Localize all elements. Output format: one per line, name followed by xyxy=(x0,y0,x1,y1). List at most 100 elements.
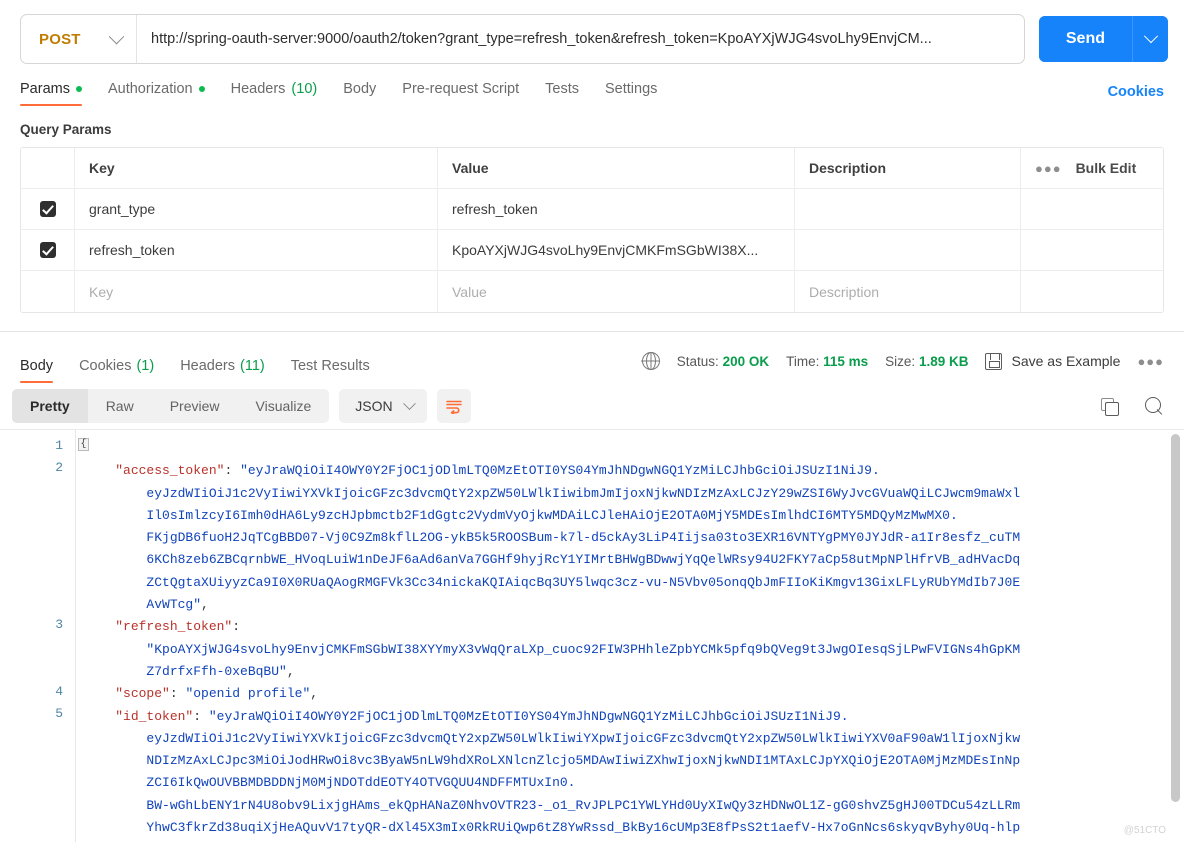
code-line: YhwC3fkrZd38uqiXjHeAQuvV17tyQR-dXl45X3mI… xyxy=(84,820,1021,836)
save-icon xyxy=(985,352,1003,370)
row-key[interactable]: grant_type xyxy=(75,189,438,229)
response-tab-test-results[interactable]: Test Results xyxy=(278,339,383,383)
row-value[interactable]: refresh_token xyxy=(438,189,795,229)
response-tab-body[interactable]: Body xyxy=(20,339,66,383)
row-value-text: KpoAYXjWJG4svoLhy9EnvjCMKFmSGbWI38X... xyxy=(452,242,759,258)
time-value: 115 ms xyxy=(823,353,869,369)
row-checkbox[interactable] xyxy=(39,242,56,258)
bulk-edit-button[interactable]: Bulk Edit xyxy=(1076,160,1137,176)
response-tab-cookies[interactable]: Cookies (1) xyxy=(66,339,167,383)
row-checkbox[interactable] xyxy=(39,201,56,217)
tab-pre-request-script[interactable]: Pre-request Script xyxy=(389,81,532,106)
request-url-bar: POST http://spring-oauth-server:9000/oau… xyxy=(0,0,1184,64)
response-format-select[interactable]: JSON xyxy=(339,389,427,423)
response-body-viewer[interactable]: 1 2 3 4 5 { "access_token": "eyJraWQiOiI… xyxy=(0,429,1184,842)
tab-params[interactable]: Params xyxy=(20,81,95,106)
save-as-example-label: Save as Example xyxy=(1011,353,1121,369)
cookies-link[interactable]: Cookies xyxy=(1108,84,1164,100)
row-actions xyxy=(1021,189,1163,229)
status-label: Status: xyxy=(676,353,719,369)
view-mode-preview[interactable]: Preview xyxy=(152,389,238,423)
modified-dot-icon xyxy=(198,86,205,92)
header-value: Value xyxy=(438,148,795,188)
search-icon[interactable] xyxy=(1144,396,1164,416)
response-tab-headers-count: (11) xyxy=(240,358,265,374)
postman-window: POST http://spring-oauth-server:9000/oau… xyxy=(0,0,1184,853)
code-line: Il0sImlzcyI6Imh0dHA6Ly9zcHJpbmctb2F1dGgt… xyxy=(84,507,958,523)
network-globe-icon xyxy=(641,351,660,371)
view-mode-pretty[interactable]: Pretty xyxy=(12,389,88,423)
tab-body[interactable]: Body xyxy=(330,81,389,106)
row-value[interactable]: KpoAYXjWJG4svoLhy9EnvjCMKFmSGbWI38X... xyxy=(438,230,795,270)
line-number: 1 xyxy=(55,438,63,453)
response-meta: Status: 200 OK Time: 115 ms Size: 1.89 K… xyxy=(641,351,1164,371)
pane-resize-handle[interactable] xyxy=(0,332,1184,339)
tab-headers[interactable]: Headers (10) xyxy=(218,81,331,106)
response-header-bar: Body Cookies (1) Headers (11) Test Resul… xyxy=(0,339,1184,383)
response-format-label: JSON xyxy=(355,398,393,414)
chevron-down-icon xyxy=(402,396,416,410)
tab-authorization[interactable]: Authorization xyxy=(95,81,218,106)
time-group: Time: 115 ms xyxy=(786,354,868,369)
code-line: eyJzdWIiOiJ1c2VyIiwiYXVkIjoicGFzc3dvcmQt… xyxy=(84,730,1021,746)
line-number: 3 xyxy=(55,617,63,632)
row-checkbox-cell xyxy=(21,271,75,312)
new-value-input[interactable]: Value xyxy=(438,271,795,312)
size-label: Size: xyxy=(885,353,916,369)
table-row-placeholder: Key Value Description xyxy=(21,271,1163,312)
chevron-down-icon xyxy=(1143,29,1158,44)
row-checkbox-cell xyxy=(21,230,75,270)
new-description-input[interactable]: Description xyxy=(795,271,1021,312)
tab-tests[interactable]: Tests xyxy=(532,81,592,106)
wrap-lines-button[interactable] xyxy=(436,389,471,423)
line-number-gutter: 1 2 3 4 5 xyxy=(0,430,76,842)
table-row: grant_type refresh_token xyxy=(21,189,1163,230)
view-mode-raw[interactable]: Raw xyxy=(88,389,152,423)
response-tab-body-label: Body xyxy=(20,358,54,374)
url-input[interactable]: http://spring-oauth-server:9000/oauth2/t… xyxy=(137,31,1024,47)
row-description[interactable] xyxy=(795,189,1021,229)
http-method-label: POST xyxy=(39,30,81,48)
url-input-wrapper: POST http://spring-oauth-server:9000/oau… xyxy=(20,14,1025,64)
new-key-input[interactable]: Key xyxy=(75,271,438,312)
row-actions xyxy=(1021,230,1163,270)
line-number: 5 xyxy=(55,706,63,721)
code-line: BW-wGhLbENY1rN4U8obv9LixjgHAms_ekQpHANaZ… xyxy=(84,797,1021,813)
code-line: "refresh_token": xyxy=(115,619,241,635)
viewer-actions xyxy=(1101,396,1164,416)
line-number: 4 xyxy=(55,684,63,699)
more-options-icon[interactable]: ●●● xyxy=(1035,161,1062,176)
tab-params-label: Params xyxy=(20,81,70,97)
copy-icon[interactable] xyxy=(1101,397,1119,416)
vertical-scrollbar[interactable] xyxy=(1171,434,1180,802)
view-mode-segmented-control: Pretty Raw Preview Visualize xyxy=(12,389,330,423)
modified-dot-icon xyxy=(75,86,82,92)
code-line: 6KCh8zeb6ZBCqrnbWE_HVoqLuiW1nDeJF6aAd6an… xyxy=(84,552,1021,568)
http-method-select[interactable]: POST xyxy=(21,15,137,63)
tab-pre-request-script-label: Pre-request Script xyxy=(402,81,520,97)
response-tab-cookies-label: Cookies xyxy=(79,358,132,374)
view-mode-visualize[interactable]: Visualize xyxy=(238,389,330,423)
tab-settings[interactable]: Settings xyxy=(592,81,670,106)
save-as-example-button[interactable]: Save as Example xyxy=(985,352,1121,370)
code-line: ZCI6IkQwOUVBBMDBDDNjM0MjNDOTddEOTY4OTVGQ… xyxy=(84,775,576,791)
response-tab-headers[interactable]: Headers (11) xyxy=(167,339,278,383)
code-line: FKjgDB6fuoH2JqTCgBBD07-Vj0C9Zm8kflL2OG-y… xyxy=(84,530,1021,546)
tab-authorization-label: Authorization xyxy=(107,81,193,97)
header-key: Key xyxy=(75,148,438,188)
response-tab-headers-label: Headers xyxy=(180,358,235,374)
send-options-button[interactable] xyxy=(1132,16,1168,62)
row-key[interactable]: refresh_token xyxy=(75,230,438,270)
code-line: NDIzMzAxLCJpc3MiOiJodHRwOi8vc3ByaW5nLW9h… xyxy=(84,753,1021,769)
tab-settings-label: Settings xyxy=(604,81,658,97)
chevron-down-icon xyxy=(108,28,125,44)
table-row: refresh_token KpoAYXjWJG4svoLhy9EnvjCMKF… xyxy=(21,230,1163,271)
query-params-table: Key Value Description ●●● Bulk Edit gran… xyxy=(20,147,1164,313)
response-tabs: Body Cookies (1) Headers (11) Test Resul… xyxy=(20,339,383,383)
row-description[interactable] xyxy=(795,230,1021,270)
json-code-content[interactable]: "access_token": "eyJraWQiOiI4OWY0Y2FjOC1… xyxy=(76,430,1184,842)
response-more-options-icon[interactable]: ●●● xyxy=(1137,354,1164,369)
send-button[interactable]: Send xyxy=(1038,16,1132,62)
response-tab-test-results-label: Test Results xyxy=(290,358,370,374)
